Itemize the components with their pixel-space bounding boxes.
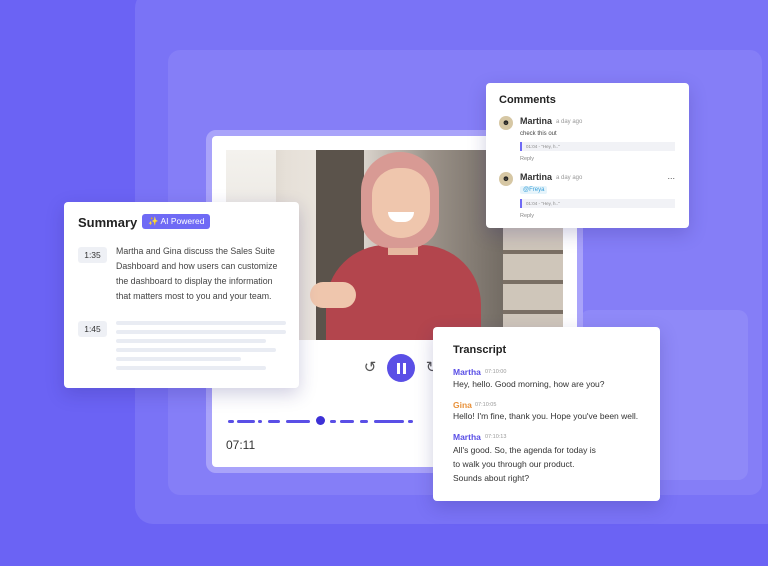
comment-author[interactable]: Martina: [520, 116, 552, 126]
comment-quote[interactable]: 01:04 - "Hey, h..": [520, 142, 675, 151]
progress-segment: [330, 420, 336, 423]
summary-line: that matters most to you and your team.: [116, 291, 272, 301]
progress-segment: [228, 420, 234, 423]
progress-segment: [237, 420, 255, 423]
skeleton-line: [116, 357, 241, 361]
more-options-icon[interactable]: ...: [667, 171, 675, 181]
comment-time: a day ago: [556, 119, 583, 125]
skeleton-line: [116, 339, 266, 343]
mention-tag[interactable]: @Freya: [520, 186, 548, 194]
comment-author[interactable]: Martina: [520, 172, 552, 182]
skeleton-line: [116, 321, 286, 325]
skeleton-line: [116, 348, 276, 352]
presenter-hand: [310, 282, 356, 308]
summary-timestamp[interactable]: 1:35: [78, 247, 107, 263]
summary-line: the dashboard to display the information: [116, 276, 273, 286]
summary-title: Summary: [78, 215, 138, 230]
pause-button[interactable]: [387, 354, 415, 382]
transcript-speaker[interactable]: Martha: [453, 432, 481, 442]
transcript-time[interactable]: 07:10:00: [485, 369, 506, 375]
progress-segment: [340, 420, 354, 423]
transcript-speaker[interactable]: Martha: [453, 367, 481, 377]
progress-segment: [258, 420, 262, 423]
progress-segment: [268, 420, 280, 423]
transcript-line: Hello! I'm fine, thank you. Hope you've …: [453, 411, 639, 421]
summary-line: Dashboard and how users can customize: [116, 261, 278, 271]
avatar: ☻: [499, 116, 513, 130]
summary-line: Martha and Gina discuss the Sales Suite: [116, 246, 275, 256]
progress-segment: [360, 420, 368, 423]
skeleton-line: [116, 330, 286, 334]
avatar: ☻: [499, 172, 513, 186]
reply-link[interactable]: Reply: [520, 156, 534, 162]
progress-segment: [286, 420, 310, 423]
comment-quote[interactable]: 01:04 - "Hey, h..": [520, 199, 675, 208]
progress-segment: [374, 420, 404, 423]
transcript-line: All's good. So, the agenda for today is: [453, 445, 596, 455]
transcript-line: Hey, hello. Good morning, how are you?: [453, 379, 605, 389]
progress-segment: [408, 420, 413, 423]
transcript-title: Transcript: [453, 344, 507, 356]
comments-title: Comments: [499, 94, 556, 106]
ai-powered-label: AI Powered: [160, 216, 205, 226]
transcript-time[interactable]: 07:10:13: [485, 434, 506, 440]
progress-knob[interactable]: [316, 416, 325, 425]
transcript-line: to walk you through our product.: [453, 459, 575, 469]
current-time: 07:11: [226, 438, 256, 452]
presenter-face: [372, 168, 430, 238]
transcript-line: Sounds about right?: [453, 473, 530, 483]
transcript-time[interactable]: 07:10:05: [475, 402, 496, 408]
comments-card: Comments ☻ Martina a day ago check this …: [486, 83, 689, 228]
ai-powered-badge: ✨ AI Powered: [142, 214, 211, 229]
skeleton-line: [116, 366, 266, 370]
rewind-icon[interactable]: ↺: [362, 360, 378, 376]
video-bookshelf: [503, 220, 563, 340]
comment-text: check this out: [520, 131, 557, 137]
summary-timestamp[interactable]: 1:45: [78, 321, 107, 337]
pause-icon: [396, 362, 400, 374]
summary-card: Summary ✨ AI Powered 1:35 Martha and Gin…: [64, 202, 299, 388]
pause-icon-bar: [402, 362, 406, 374]
transcript-card: Transcript Martha 07:10:00 Hey, hello. G…: [433, 327, 660, 501]
sparkle-icon: ✨: [148, 216, 159, 226]
reply-link[interactable]: Reply: [520, 213, 534, 219]
comment-time: a day ago: [556, 175, 583, 181]
summary-text: Martha and Gina discuss the Sales Suite …: [116, 244, 288, 304]
